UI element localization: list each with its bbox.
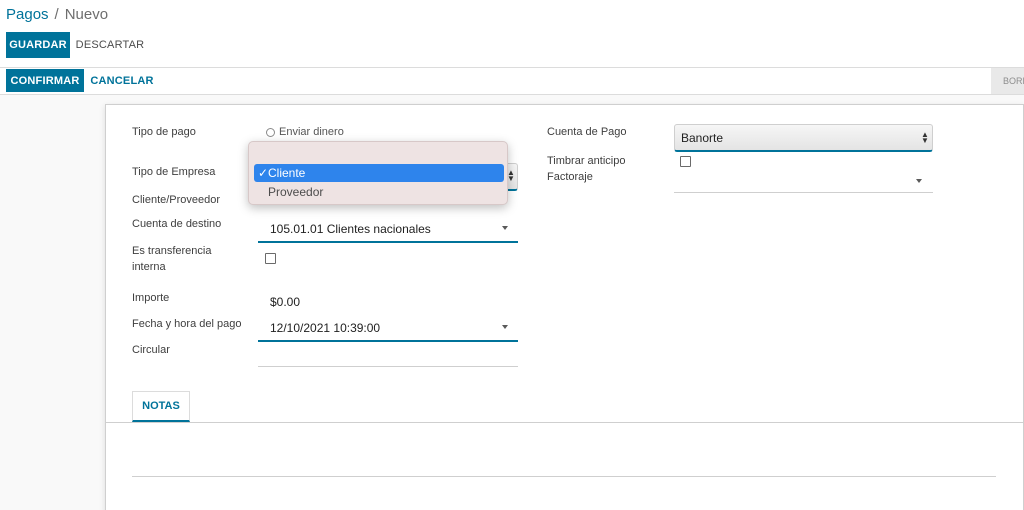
discard-button[interactable]: DESCARTAR [72,32,148,58]
factoraje-label: Factoraje [547,171,593,183]
timbrar-anticipo-label: Timbrar anticipo [547,155,626,167]
breadcrumb: Pagos / Nuevo [6,6,108,23]
dropdown-option-proveedor[interactable]: Proveedor [254,183,504,201]
statusbar: CONFIRMAR CANCELAR BORR [0,68,1024,95]
fecha-underline [258,340,518,342]
circular-input[interactable] [258,366,518,367]
breadcrumb-current: Nuevo [64,6,109,23]
notes-field[interactable] [132,476,996,477]
fecha-chevron-down-icon[interactable] [502,325,508,329]
checkmark-icon: ✓ [258,166,269,180]
enviar-dinero-label: Enviar dinero [279,126,344,138]
enviar-dinero-radio[interactable] [266,128,275,137]
dropdown-option-label: Proveedor [268,185,324,199]
breadcrumb-separator: / [54,6,59,23]
tipo-pago-label: Tipo de pago [132,126,196,138]
cuenta-pago-select[interactable]: Banorte [674,124,933,152]
status-stage-button[interactable]: BORR [991,68,1024,94]
transferencia-label-line1: Es transferencia [132,245,212,257]
importe-input[interactable]: $0.00 [270,295,300,309]
cancel-button[interactable]: CANCELAR [90,69,154,92]
cuenta-destino-chevron-down-icon[interactable] [502,226,508,230]
dropdown-option-cliente[interactable]: ✓Cliente [254,164,504,182]
cliente-proveedor-label: Cliente/Proveedor [132,194,221,206]
cuenta-pago-updown-icon: ▲ ▼ [921,130,929,145]
cuenta-destino-label: Cuenta de destino [132,218,222,230]
confirm-button[interactable]: CONFIRMAR [6,69,84,92]
fecha-label: Fecha y hora del pago [132,318,242,330]
factoraje-select[interactable] [674,192,933,193]
circular-label: Circular [132,344,170,356]
cuenta-destino-value[interactable]: 105.01.01 Clientes nacionales [270,222,431,236]
transferencia-label-line2: interna [132,261,166,273]
dropdown-option-label: Cliente [268,166,306,180]
cuenta-pago-value: Banorte [681,131,724,145]
factoraje-chevron-down-icon[interactable] [916,179,922,183]
fecha-input[interactable]: 12/10/2021 10:39:00 [270,321,380,335]
breadcrumb-parent-link[interactable]: Pagos [6,6,49,23]
importe-label: Importe [132,292,170,304]
tab-divider [106,422,1024,423]
tipo-empresa-dropdown-menu: ✓Cliente Proveedor [248,141,508,205]
transferencia-checkbox[interactable] [265,253,276,264]
cuenta-destino-underline [258,241,518,243]
control-panel: Pagos / Nuevo GUARDAR DESCARTAR [0,0,1024,68]
tipo-empresa-label: Tipo de Empresa [132,166,216,178]
cuenta-pago-label: Cuenta de Pago [547,126,627,138]
save-button[interactable]: GUARDAR [6,32,70,58]
tab-notas[interactable]: NOTAS [132,391,190,422]
timbrar-anticipo-checkbox[interactable] [680,156,691,167]
